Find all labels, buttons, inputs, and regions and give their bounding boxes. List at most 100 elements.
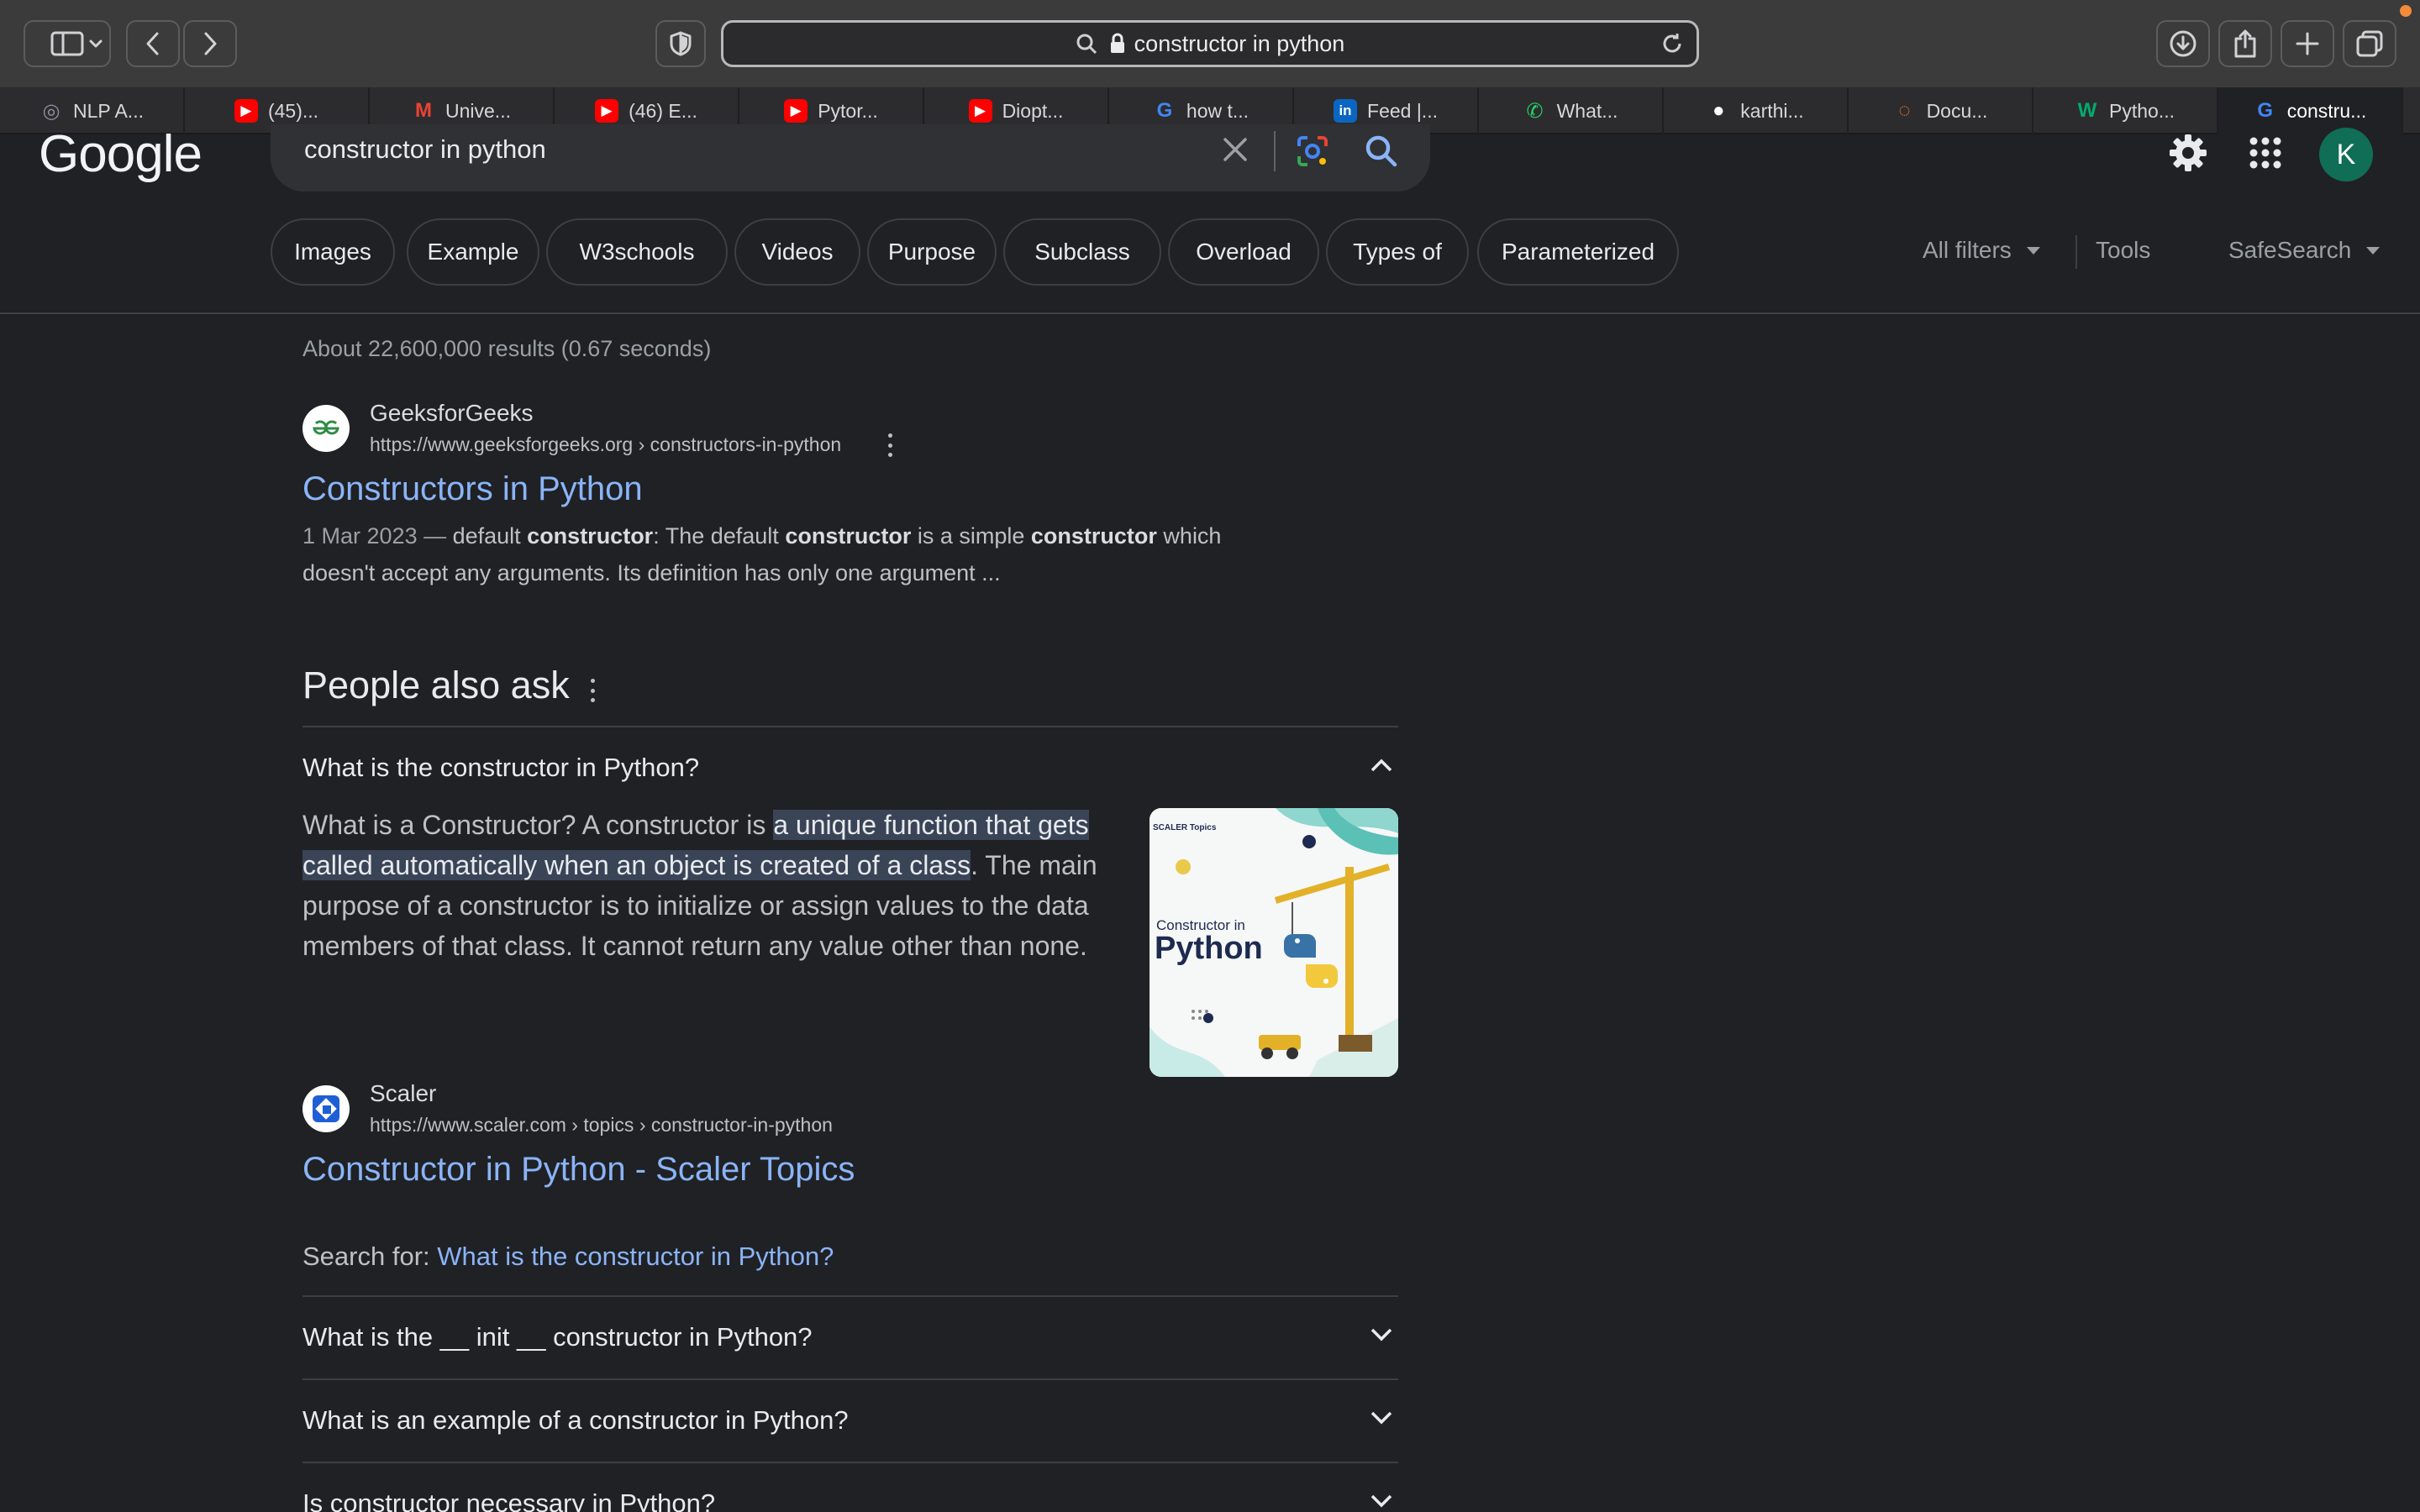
snippet-bold: constructor: [785, 523, 912, 549]
browser-tab[interactable]: ◌ Docu...: [1849, 87, 2033, 134]
filter-chip[interactable]: Types of: [1326, 218, 1469, 286]
browser-tab[interactable]: W Pytho...: [2033, 87, 2218, 134]
filter-chip[interactable]: Purpose: [867, 218, 997, 286]
snippet-text: is a simple: [911, 523, 1031, 549]
paa-question[interactable]: What is the __ init __ constructor in Py…: [302, 1297, 1398, 1378]
back-arrow-icon: [146, 32, 159, 55]
browser-toolbar: constructor in python: [0, 0, 2420, 87]
filter-chip[interactable]: Images: [271, 218, 395, 286]
search-input[interactable]: constructor in python: [304, 134, 546, 165]
filter-chip[interactable]: Parameterized: [1477, 218, 1679, 286]
more-options-icon[interactable]: [886, 433, 893, 457]
gear-icon[interactable]: [2168, 133, 2208, 173]
chevron-down-icon: [1370, 1494, 1392, 1508]
chevron-up-icon: [1370, 759, 1392, 772]
safesearch-label: SafeSearch: [2228, 237, 2352, 263]
youtube-icon: ▶: [784, 99, 808, 123]
caret-down-icon: [2026, 246, 2040, 255]
paa-question-text: Is constructor necessary in Python?: [302, 1488, 716, 1512]
google-logo[interactable]: Google: [39, 124, 203, 184]
privacy-shield-button[interactable]: [655, 20, 706, 67]
tab-overview-icon: [2356, 30, 2383, 57]
tab-label: (46) E...: [629, 99, 697, 122]
google-icon: G: [1156, 99, 1173, 122]
tab-label: how t...: [1186, 99, 1249, 122]
avatar[interactable]: K: [2319, 128, 2373, 181]
result-url[interactable]: https://www.geeksforgeeks.org › construc…: [370, 433, 841, 456]
all-filters-button[interactable]: All filters: [1923, 237, 2040, 264]
chevron-down-icon: [1370, 1328, 1392, 1341]
linkedin-icon: in: [1334, 99, 1358, 123]
clear-icon[interactable]: [1220, 134, 1250, 165]
browser-tab[interactable]: ● karthi...: [1664, 87, 1849, 134]
tab-label: constru...: [2286, 99, 2367, 122]
result-site-name[interactable]: GeeksforGeeks: [370, 400, 534, 427]
paa-question-expanded[interactable]: What is the constructor in Python?: [302, 727, 1398, 808]
paa-question-text: What is an example of a constructor in P…: [302, 1405, 849, 1435]
filter-chip[interactable]: Example: [407, 218, 539, 286]
apps-grid-icon[interactable]: [2249, 136, 2282, 170]
search-submit-icon[interactable]: [1363, 133, 1400, 170]
address-bar[interactable]: constructor in python: [721, 20, 1699, 67]
snippet-bold: constructor: [1030, 523, 1157, 549]
all-filters-label: All filters: [1923, 237, 2012, 263]
paa-more-options-icon[interactable]: [589, 679, 596, 702]
snippet-text: default: [452, 523, 528, 549]
youtube-icon: ▶: [595, 99, 619, 123]
whatsapp-icon: ✆: [1526, 99, 1544, 123]
filter-separator: [2075, 235, 2077, 269]
paa-source-title-link[interactable]: Constructor in Python - Scaler Topics: [302, 1151, 855, 1189]
sidebar-menu-button[interactable]: [81, 20, 111, 67]
filter-chip[interactable]: Videos: [734, 218, 860, 286]
tab-label: Pytor...: [818, 99, 878, 122]
filter-chip[interactable]: Overload: [1168, 218, 1319, 286]
new-tab-button[interactable]: [2281, 20, 2334, 67]
chevron-down-icon: [89, 39, 103, 48]
filter-chip[interactable]: Subclass: [1003, 218, 1161, 286]
forward-button[interactable]: [183, 20, 237, 67]
browser-tab[interactable]: ✆ What...: [1479, 87, 1664, 134]
browser-tab[interactable]: Gconstru...: [2218, 87, 2403, 134]
paa-question[interactable]: Is constructor necessary in Python?: [302, 1463, 1398, 1512]
paa-source-site[interactable]: Scaler: [370, 1080, 436, 1107]
tab-label: Diopt...: [1002, 99, 1064, 122]
reload-icon[interactable]: [1660, 31, 1685, 56]
tab-label: karthi...: [1740, 99, 1804, 122]
search-box[interactable]: constructor in python: [271, 124, 1430, 192]
downloads-button[interactable]: [2156, 20, 2210, 67]
search-for-link[interactable]: What is the constructor in Python?: [437, 1242, 834, 1271]
w3-icon: W: [2077, 99, 2097, 122]
answer-thumbnail[interactable]: SCALER Topics Constructor in Python: [1150, 808, 1398, 1077]
share-button[interactable]: [2218, 20, 2272, 67]
tab-overview-button[interactable]: [2343, 20, 2396, 67]
tab-label: Docu...: [1926, 99, 1988, 122]
google-lens-icon[interactable]: [1294, 133, 1331, 170]
paa-source-url[interactable]: https://www.scaler.com › topics › constr…: [370, 1114, 833, 1137]
result-title-link[interactable]: Constructors in Python: [302, 470, 643, 508]
tools-button[interactable]: Tools: [2096, 237, 2150, 264]
search-divider: [1274, 131, 1276, 171]
tab-label: Unive...: [445, 99, 511, 122]
tab-label: (45)...: [267, 99, 319, 122]
sidebar-icon: [50, 31, 84, 56]
shield-icon: [670, 31, 692, 56]
tab-label: Feed |...: [1367, 99, 1438, 122]
snippet-date: 1 Mar 2023 —: [302, 523, 453, 549]
thumbnail-brand: SCALER Topics: [1153, 823, 1217, 832]
youtube-icon: ▶: [968, 99, 992, 123]
filter-chip[interactable]: W3schools: [546, 218, 728, 286]
scaler-icon: [313, 1095, 339, 1122]
safesearch-button[interactable]: SafeSearch: [2228, 237, 2381, 264]
openai-icon: ◎: [42, 99, 60, 123]
paa-answer: What is a Constructor? A constructor is …: [302, 805, 1143, 966]
plus-icon: [2296, 32, 2319, 55]
tab-label: NLP A...: [73, 99, 144, 122]
back-button[interactable]: [126, 20, 180, 67]
search-for-label: Search for:: [302, 1242, 438, 1271]
search-icon: [1076, 34, 1097, 55]
paa-question[interactable]: What is an example of a constructor in P…: [302, 1380, 1398, 1461]
google-icon: G: [2257, 99, 2274, 122]
address-text: constructor in python: [1134, 30, 1345, 56]
gmail-icon: M: [415, 99, 432, 122]
header-divider: [0, 312, 2420, 314]
